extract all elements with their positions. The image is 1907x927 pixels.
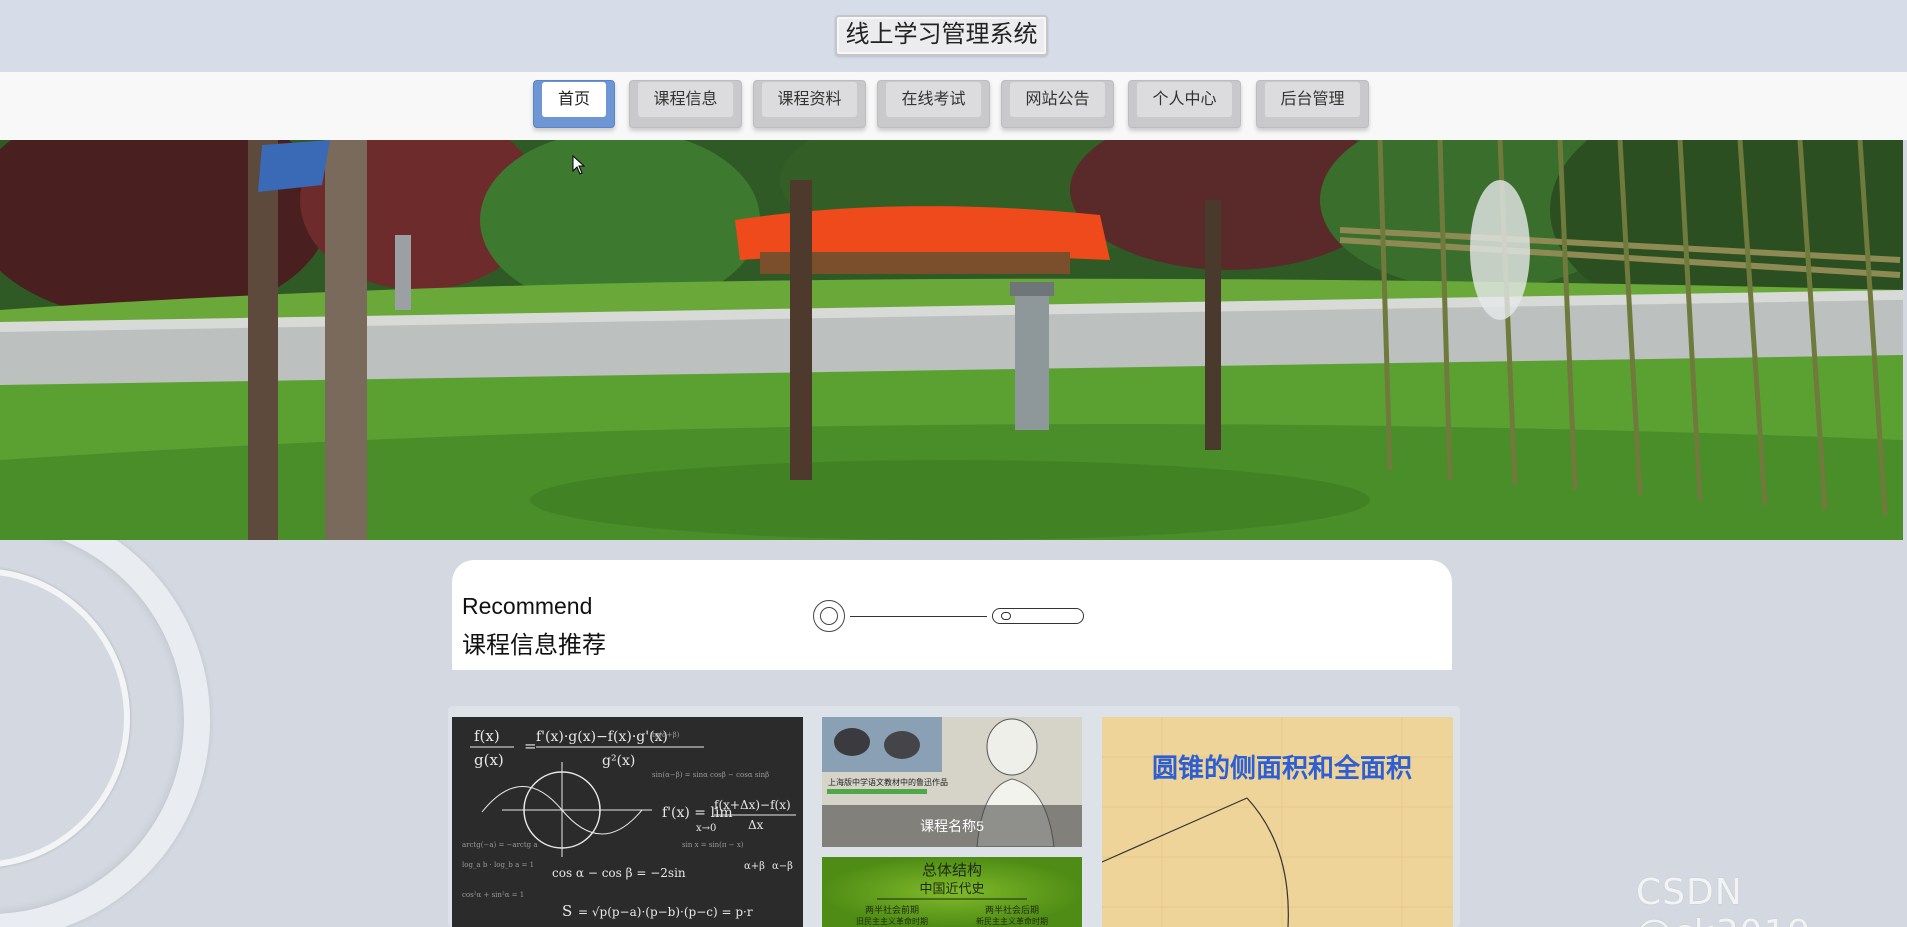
svg-text:cos²α + sin²α = 1: cos²α + sin²α = 1 <box>462 891 524 899</box>
svg-text:α−β: α−β <box>772 861 793 872</box>
svg-text:tg(α+β): tg(α+β) <box>652 731 680 739</box>
svg-text:sin x = sin(π − x): sin x = sin(π − x) <box>682 841 744 849</box>
svg-text:g²(x): g²(x) <box>602 753 635 769</box>
decorative-pill-dot <box>1001 612 1011 620</box>
svg-text:新民主主义革命时期: 新民主主义革命时期 <box>976 916 1048 926</box>
svg-text:log_a b · log_b a = 1: log_a b · log_b a = 1 <box>462 861 534 869</box>
mouse-cursor-icon <box>572 155 586 175</box>
banner-image <box>0 140 1903 540</box>
nav-item-personal-center[interactable]: 个人中心 <box>1128 80 1241 128</box>
svg-text:圆锥的侧面积和全面积: 圆锥的侧面积和全面积 <box>1152 753 1412 784</box>
svg-text:arctg(−a) = −arctg a: arctg(−a) = −arctg a <box>462 841 538 849</box>
course-card-history[interactable]: 总体结构 中国近代史 两半社会前期 两半社会后期 旧民主主义革命时期 新民主主义… <box>822 857 1082 927</box>
recommend-title-en: Recommend <box>462 593 593 619</box>
svg-text:上海版中学语文教材中的鲁迅作品: 上海版中学语文教材中的鲁迅作品 <box>828 777 948 787</box>
course-card-math[interactable]: f(x) g(x) = f'(x)·g(x)−f(x)·g'(x) g²(x) … <box>452 717 803 927</box>
decorative-line <box>850 616 987 617</box>
page: 线上学习管理系统 首页 课程信息 课程资料 在线考试 网站公告 个人中心 后台管… <box>0 0 1907 927</box>
math-formula-image: f(x) g(x) = f'(x)·g(x)−f(x)·g'(x) g²(x) … <box>462 727 796 920</box>
svg-text:f(x+Δx)−f(x): f(x+Δx)−f(x) <box>714 798 791 812</box>
svg-text:中国近代史: 中国近代史 <box>919 882 984 897</box>
svg-text:= √p(p−a)·(p−b)·(p−c) = p·r: = √p(p−a)·(p−b)·(p−c) = p·r <box>578 905 753 919</box>
nav-item-label: 在线考试 <box>886 82 981 117</box>
nav-item-label: 网站公告 <box>1010 82 1105 117</box>
nav-item-label: 课程资料 <box>762 82 857 117</box>
svg-text:f'(x)·g(x)−f(x)·g'(x): f'(x)·g(x)−f(x)·g'(x) <box>536 729 668 745</box>
cone-area-image: 圆锥的侧面积和全面积 <box>1102 717 1453 927</box>
nav-item-admin[interactable]: 后台管理 <box>1256 80 1369 128</box>
svg-text:两半社会后期: 两半社会后期 <box>985 904 1039 916</box>
svg-text:cos α − cos β = −2sin: cos α − cos β = −2sin <box>552 866 686 880</box>
svg-text:S: S <box>562 902 572 920</box>
nav-item-course-materials[interactable]: 课程资料 <box>753 80 866 128</box>
header: 线上学习管理系统 <box>0 0 1907 72</box>
course-card-geometry[interactable]: 圆锥的侧面积和全面积 <box>1102 717 1453 927</box>
svg-text:g(x): g(x) <box>474 751 504 769</box>
main-nav: 首页 课程信息 课程资料 在线考试 网站公告 个人中心 后台管理 <box>0 72 1907 140</box>
decorative-circle-inner <box>820 607 838 625</box>
nav-item-home[interactable]: 首页 <box>533 80 615 128</box>
course-card-caption: 课程名称5 <box>822 805 1082 847</box>
svg-text:旧民主主义革命时期: 旧民主主义革命时期 <box>856 916 928 926</box>
nav-item-online-exam[interactable]: 在线考试 <box>877 80 990 128</box>
nav-item-label: 个人中心 <box>1137 82 1232 117</box>
watermark-text: CSDN @ck3019 <box>1636 872 1810 927</box>
nav-item-label: 后台管理 <box>1265 82 1360 117</box>
nav-item-label: 首页 <box>542 82 606 117</box>
svg-text:总体结构: 总体结构 <box>922 861 982 879</box>
nav-item-announcements[interactable]: 网站公告 <box>1001 80 1114 128</box>
nav-item-course-info[interactable]: 课程信息 <box>629 80 742 128</box>
recommend-title-cn: 课程信息推荐 <box>462 632 606 659</box>
history-image: 总体结构 中国近代史 两半社会前期 两半社会后期 旧民主主义革命时期 新民主主义… <box>822 857 1082 927</box>
site-title: 线上学习管理系统 <box>835 15 1048 56</box>
svg-text:x→0: x→0 <box>696 823 716 834</box>
svg-text:f(x): f(x) <box>474 727 500 745</box>
svg-text:Δx: Δx <box>748 818 764 832</box>
banner-carousel[interactable] <box>0 140 1903 540</box>
nav-item-label: 课程信息 <box>638 82 733 117</box>
svg-text:sin(α−β) = sinα cosβ − cosα si: sin(α−β) = sinα cosβ − cosα sinβ <box>652 771 769 779</box>
svg-text:α+β: α+β <box>744 861 765 872</box>
svg-text:两半社会前期: 两半社会前期 <box>865 904 919 916</box>
course-card-literature[interactable]: 上海版中学语文教材中的鲁迅作品 课程名称5 <box>822 717 1082 847</box>
svg-text:=: = <box>524 737 537 755</box>
